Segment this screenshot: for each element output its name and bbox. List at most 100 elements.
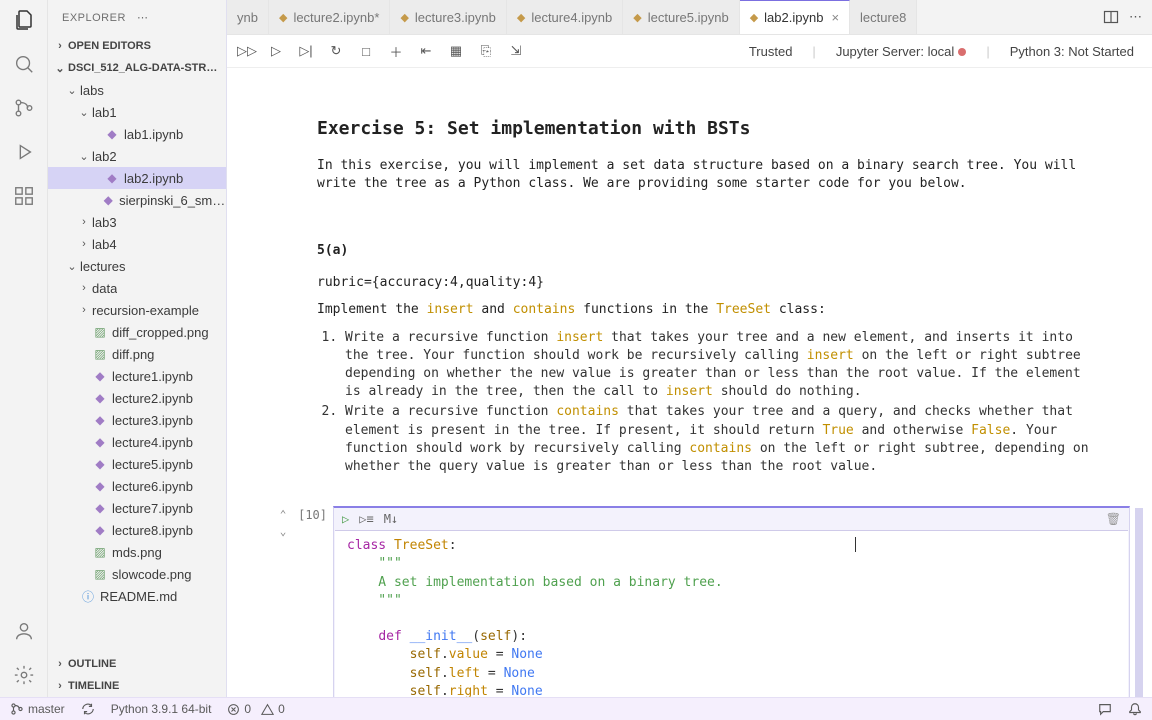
activity-bar bbox=[0, 0, 48, 697]
markdown-toggle[interactable]: M↓ bbox=[384, 512, 398, 526]
file-lecture3.ipynb[interactable]: ◆lecture3.ipynb bbox=[48, 409, 226, 431]
notebook-body[interactable]: Exercise 5: Set implementation with BSTs… bbox=[227, 68, 1152, 697]
file-lecture4.ipynb[interactable]: ◆lecture4.ipynb bbox=[48, 431, 226, 453]
tab-label: ynb bbox=[237, 10, 258, 25]
folder-lectures[interactable]: ⌄lectures bbox=[48, 255, 226, 277]
file-lecture8.ipynb[interactable]: ◆lecture8.ipynb bbox=[48, 519, 226, 541]
split-editor-icon[interactable] bbox=[1103, 9, 1119, 25]
tree-item-label: lab2 bbox=[92, 149, 117, 164]
folder-data[interactable]: ›data bbox=[48, 277, 226, 299]
folder-recursion-example[interactable]: ›recursion-example bbox=[48, 299, 226, 321]
tree-item-label: lecture8.ipynb bbox=[112, 523, 193, 538]
sync-icon[interactable] bbox=[81, 702, 95, 716]
restart-icon[interactable]: ↻ bbox=[327, 43, 345, 59]
run-all-icon[interactable]: ▷▷ bbox=[237, 43, 255, 59]
tab-ynb[interactable]: ynb bbox=[227, 0, 269, 34]
tree-item-label: labs bbox=[80, 83, 104, 98]
instruction-item-2: Write a recursive function contains that… bbox=[345, 403, 1103, 476]
extensions-icon[interactable] bbox=[12, 184, 36, 208]
file-lab1.ipynb[interactable]: ◆lab1.ipynb bbox=[48, 123, 226, 145]
file-lecture2.ipynb[interactable]: ◆lecture2.ipynb bbox=[48, 387, 226, 409]
add-cell-icon[interactable]: ＋ bbox=[387, 42, 405, 61]
nb-icon: ◆ bbox=[92, 391, 108, 405]
chevron-right-icon: › bbox=[76, 216, 92, 228]
run-this-cell-icon[interactable]: ▷ bbox=[342, 512, 349, 526]
code-cell[interactable]: ⌃ ⌄ [10] ▷ ▷≡ M↓ 🗑 class TreeSet: """ A … bbox=[273, 506, 1152, 697]
chevron-down-icon: ⌄ bbox=[76, 106, 92, 119]
file-slowcode.png[interactable]: ▨slowcode.png bbox=[48, 563, 226, 585]
more-icon[interactable]: ⋯ bbox=[137, 11, 212, 24]
file-lecture1.ipynb[interactable]: ◆lecture1.ipynb bbox=[48, 365, 226, 387]
more-actions-icon[interactable]: ⋯ bbox=[1129, 9, 1142, 25]
img-icon: ▨ bbox=[92, 567, 108, 581]
tab-label: lab2.ipynb bbox=[764, 10, 823, 25]
move-cell-up-icon[interactable]: ⌃ bbox=[280, 508, 287, 521]
tab-lecture5-ipynb[interactable]: ◆lecture5.ipynb bbox=[623, 0, 739, 34]
tab-lecture4-ipynb[interactable]: ◆lecture4.ipynb bbox=[507, 0, 623, 34]
tab-lecture8[interactable]: lecture8 bbox=[850, 0, 917, 34]
git-branch[interactable]: master bbox=[10, 702, 65, 716]
jupyter-server-status[interactable]: Jupyter Server: local bbox=[828, 44, 975, 59]
img-icon: ▨ bbox=[92, 325, 108, 339]
folder-lab1[interactable]: ⌄lab1 bbox=[48, 101, 226, 123]
file-diff.png[interactable]: ▨diff.png bbox=[48, 343, 226, 365]
file-lecture5.ipynb[interactable]: ◆lecture5.ipynb bbox=[48, 453, 226, 475]
open-editors-section[interactable]: › OPEN EDITORS bbox=[48, 35, 226, 57]
variables-icon[interactable]: ▦ bbox=[447, 43, 465, 59]
chevron-down-icon: ⌄ bbox=[52, 62, 68, 75]
delete-cell-icon[interactable]: 🗑 bbox=[1106, 512, 1121, 526]
move-cell-down-icon[interactable]: ⌄ bbox=[280, 525, 287, 538]
file-README.md[interactable]: ⓘREADME.md bbox=[48, 585, 226, 607]
chevron-down-icon: ⌄ bbox=[64, 260, 80, 273]
tab-label: lecture2.ipynb* bbox=[293, 10, 379, 25]
timeline-section[interactable]: › TIMELINE bbox=[48, 675, 226, 697]
outline-section[interactable]: › OUTLINE bbox=[48, 653, 226, 675]
outdent-icon[interactable]: ⇤ bbox=[417, 43, 435, 59]
info-icon: ⓘ bbox=[80, 588, 96, 605]
feedback-icon[interactable] bbox=[1098, 702, 1112, 716]
run-debug-icon[interactable] bbox=[12, 140, 36, 164]
run-line-icon[interactable]: ▷≡ bbox=[359, 512, 373, 526]
chevron-right-icon: › bbox=[76, 238, 92, 250]
file-lecture6.ipynb[interactable]: ◆lecture6.ipynb bbox=[48, 475, 226, 497]
project-section[interactable]: ⌄ DSCI_512_ALG-DATA-STR… bbox=[48, 57, 226, 79]
file-lab2.ipynb[interactable]: ◆lab2.ipynb bbox=[48, 167, 226, 189]
run-cell-icon[interactable]: ▷ bbox=[267, 43, 285, 59]
source-control-icon[interactable] bbox=[12, 96, 36, 120]
notifications-icon[interactable] bbox=[1128, 702, 1142, 716]
nb-icon: ◆ bbox=[92, 413, 108, 427]
problems[interactable]: 0 0 bbox=[227, 702, 284, 716]
account-icon[interactable] bbox=[12, 619, 36, 643]
file-lecture7.ipynb[interactable]: ◆lecture7.ipynb bbox=[48, 497, 226, 519]
folder-lab3[interactable]: ›lab3 bbox=[48, 211, 226, 233]
nb-icon: ◆ bbox=[92, 501, 108, 515]
tab-lab2-ipynb[interactable]: ◆lab2.ipynb× bbox=[740, 0, 850, 34]
folder-lab4[interactable]: ›lab4 bbox=[48, 233, 226, 255]
file-mds.png[interactable]: ▨mds.png bbox=[48, 541, 226, 563]
tab-label: lecture5.ipynb bbox=[648, 10, 729, 25]
tree-item-label: lab2.ipynb bbox=[124, 171, 183, 186]
folder-labs[interactable]: ⌄labs bbox=[48, 79, 226, 101]
close-tab-icon[interactable]: × bbox=[831, 10, 839, 25]
files-icon[interactable] bbox=[12, 8, 36, 32]
tree-item-label: lab1.ipynb bbox=[124, 127, 183, 142]
nb-icon: ◆ bbox=[92, 457, 108, 471]
search-icon[interactable] bbox=[12, 52, 36, 76]
trusted-status[interactable]: Trusted bbox=[741, 44, 801, 59]
settings-gear-icon[interactable] bbox=[12, 663, 36, 687]
export-icon[interactable]: ⇲ bbox=[507, 43, 525, 59]
file-diff_cropped.png[interactable]: ▨diff_cropped.png bbox=[48, 321, 226, 343]
tab-lecture3-ipynb[interactable]: ◆lecture3.ipynb bbox=[390, 0, 506, 34]
folder-lab2[interactable]: ⌄lab2 bbox=[48, 145, 226, 167]
kernel-status[interactable]: Python 3: Not Started bbox=[1002, 44, 1142, 59]
tab-lecture2-ipynb-[interactable]: ◆lecture2.ipynb* bbox=[269, 0, 390, 34]
code-editor[interactable]: class TreeSet: """ A set implementation … bbox=[335, 530, 1128, 697]
markdown-cell[interactable]: Exercise 5: Set implementation with BSTs… bbox=[273, 118, 1103, 476]
run-by-line-icon[interactable]: ▷| bbox=[297, 43, 315, 59]
python-interpreter[interactable]: Python 3.9.1 64-bit bbox=[111, 702, 212, 716]
tree-item-label: mds.png bbox=[112, 545, 162, 560]
tree-item-label: lecture6.ipynb bbox=[112, 479, 193, 494]
save-icon[interactable]: ⎘ bbox=[477, 43, 495, 59]
file-sierpinski_6_smalle…[interactable]: ◆sierpinski_6_smalle… bbox=[48, 189, 226, 211]
interrupt-icon[interactable]: □ bbox=[357, 44, 375, 59]
